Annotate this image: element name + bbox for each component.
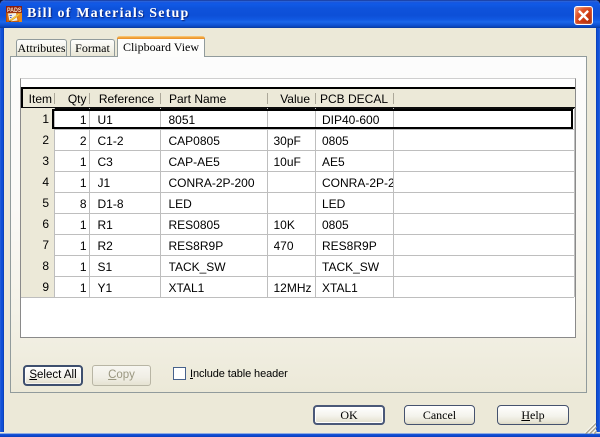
svg-text:PADS: PADS [7,7,22,14]
